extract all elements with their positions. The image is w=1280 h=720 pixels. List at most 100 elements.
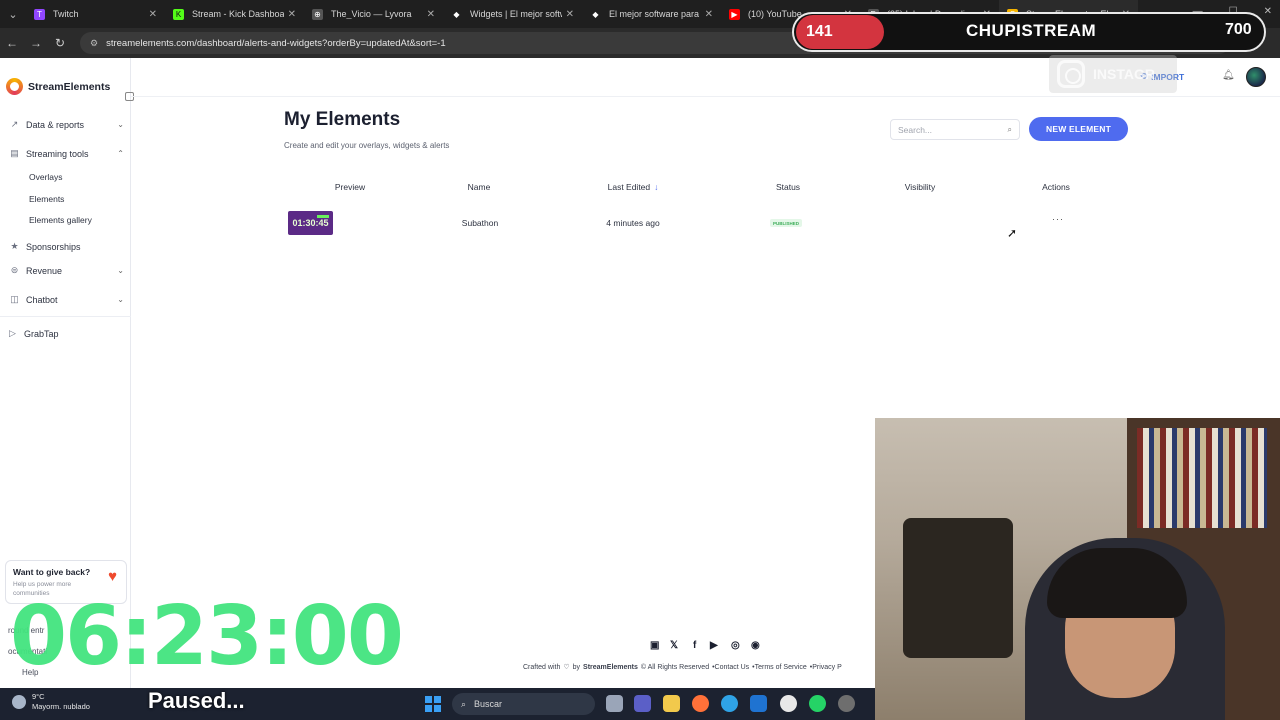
diamond-icon: ◆ [453, 9, 460, 19]
sidebar-item-grabtap[interactable]: ▷ GrabTap [6, 328, 124, 339]
whatsapp-icon[interactable] [809, 695, 826, 712]
sidebar-item-data-reports[interactable]: ↗ Data & reports ⌄ [8, 119, 126, 130]
discord-icon[interactable]: ◉ [751, 640, 760, 651]
close-icon[interactable]: ✕ [705, 9, 713, 20]
instagram-icon [1057, 60, 1085, 88]
sidebar-item-streaming-tools[interactable]: ▤ Streaming tools ⌃ [8, 148, 126, 159]
cloud-icon [12, 695, 26, 709]
close-window-icon[interactable]: ✕ [1264, 6, 1272, 17]
contact-link[interactable]: •Contact Us [712, 664, 749, 671]
weather-temp: 9°C [32, 692, 45, 701]
column-header-preview: Preview [334, 182, 366, 192]
footer: Crafted with ♡ by StreamElements © All R… [523, 663, 842, 672]
windows-start-icon[interactable] [425, 696, 441, 712]
books [1137, 428, 1267, 528]
close-icon[interactable]: ✕ [288, 9, 296, 20]
twitch-icon: T [34, 8, 45, 20]
reload-icon[interactable]: ↻ [48, 36, 72, 50]
task-view-icon[interactable] [606, 695, 623, 712]
tools-icon: ▤ [10, 148, 19, 158]
streamer-hair [1047, 548, 1187, 618]
thumbnail-bar [317, 215, 329, 218]
firefox-icon[interactable] [692, 695, 709, 712]
sidebar-subitem-elements-gallery[interactable]: Elements gallery [29, 215, 92, 225]
status-badge: PUBLISHED [770, 219, 803, 227]
folder-icon[interactable] [663, 695, 680, 712]
forward-icon[interactable]: → [24, 36, 48, 50]
back-icon[interactable]: ← [0, 36, 24, 50]
privacy-link[interactable]: •Privacy P [810, 664, 842, 671]
sidebar-subitem-overlays[interactable]: Overlays [29, 172, 63, 182]
mouse-cursor-icon: ➚ [1007, 226, 1018, 240]
browser-tab[interactable]: ◆El mejor software para po✕ [582, 0, 721, 28]
close-icon[interactable]: ✕ [427, 9, 435, 20]
heart-icon: ♥ [108, 568, 117, 585]
kick-icon: K [173, 8, 184, 20]
tab-list-icon[interactable]: ⌄ [0, 0, 26, 28]
webcam-feed [875, 418, 1280, 720]
browser-tab[interactable]: K Stream - Kick Dashboard ✕ [165, 0, 304, 28]
new-element-button[interactable]: NEW ELEMENT [1029, 117, 1128, 141]
search-icon: ⌕ [461, 698, 467, 709]
bell-icon[interactable]: 🔔︎ [1222, 70, 1235, 81]
avatar[interactable] [1246, 67, 1266, 87]
chevron-down-icon: ⌄ [117, 266, 124, 275]
actions-menu-icon[interactable]: ··· [1052, 214, 1064, 224]
terms-link[interactable]: •Terms of Service [752, 664, 807, 671]
element-last-edited: 4 minutes ago [606, 218, 660, 228]
chevron-up-icon: ⌃ [117, 149, 124, 158]
dollar-icon: ⊜ [10, 265, 19, 275]
instagram-overlay: INSTAGR [1049, 55, 1177, 93]
element-preview-thumbnail[interactable]: 01:30:45 [288, 211, 333, 235]
sidebar-subitem-elements[interactable]: Elements [29, 194, 64, 204]
diamond-icon: ◆ [592, 9, 599, 19]
teams-icon[interactable] [634, 695, 651, 712]
sidebar-item-chatbot[interactable]: ◫ Chatbot ⌄ [8, 294, 126, 305]
browser-tab[interactable]: T Twitch ✕ [26, 0, 165, 28]
column-header-status: Status [775, 182, 801, 192]
overlay-counter: 141 [796, 15, 884, 49]
x-icon[interactable]: 𝕏 [670, 640, 678, 651]
brand[interactable]: StreamElements [6, 78, 110, 95]
stream-timer: 06:23:00 [10, 589, 404, 684]
youtube-icon[interactable]: ▶ [710, 640, 718, 651]
column-header-actions: Actions [1042, 182, 1070, 192]
page-title: My Elements [284, 109, 401, 130]
edge-icon[interactable] [721, 695, 738, 712]
close-icon[interactable]: ✕ [149, 9, 157, 20]
chat-icon: ◫ [10, 294, 19, 304]
facebook-icon[interactable]: f [693, 640, 696, 651]
close-icon[interactable]: ✕ [566, 9, 574, 20]
browser-tab[interactable]: ◆ Widgets | El mejor softwa ✕ [443, 0, 582, 28]
sidebar-divider [0, 316, 131, 317]
instagram-icon[interactable]: ◎ [731, 640, 740, 651]
browser-tab[interactable]: ⊕ The_Vicio — Lyvora ✕ [304, 0, 443, 28]
chevron-down-icon: ⌄ [117, 120, 124, 129]
overlay-points: 700 [1225, 21, 1252, 38]
site-info-icon[interactable]: ⚙ [90, 38, 98, 49]
star-icon: ★ [10, 241, 19, 251]
mail-icon[interactable] [750, 695, 767, 712]
element-name[interactable]: Subathon [462, 218, 498, 228]
play-icon: ▷ [9, 328, 16, 338]
sidebar-item-revenue[interactable]: ⊜ Revenue ⌄ [8, 265, 126, 276]
weather-widget[interactable]: 9°C Mayorm. nublado [12, 692, 90, 712]
settings-icon[interactable] [838, 695, 855, 712]
taskbar-search[interactable]: ⌕ Buscar [452, 693, 595, 715]
search-input[interactable]: Search... ⌕ [890, 119, 1020, 140]
streamelements-logo-icon [6, 78, 23, 95]
column-header-name: Name [467, 182, 491, 192]
column-header-last-edited[interactable]: Last Edited ↓ [608, 182, 659, 192]
twitch-icon[interactable]: ▣ [650, 640, 659, 651]
weather-desc: Mayorm. nublado [32, 702, 90, 711]
sidebar-item-sponsorships[interactable]: ★ Sponsorships [8, 241, 126, 252]
give-back-title: Want to give back? [13, 567, 91, 577]
chart-line-icon: ↗ [10, 119, 19, 129]
url-text: streamelements.com/dashboard/alerts-and-… [106, 37, 446, 49]
chrome-icon[interactable] [780, 695, 797, 712]
search-placeholder: Search... [898, 124, 933, 135]
chevron-down-icon: ⌄ [117, 295, 124, 304]
footer-brand: StreamElements [583, 663, 638, 671]
paused-label: Paused... [148, 688, 245, 713]
column-header-visibility: Visibility [904, 182, 936, 192]
